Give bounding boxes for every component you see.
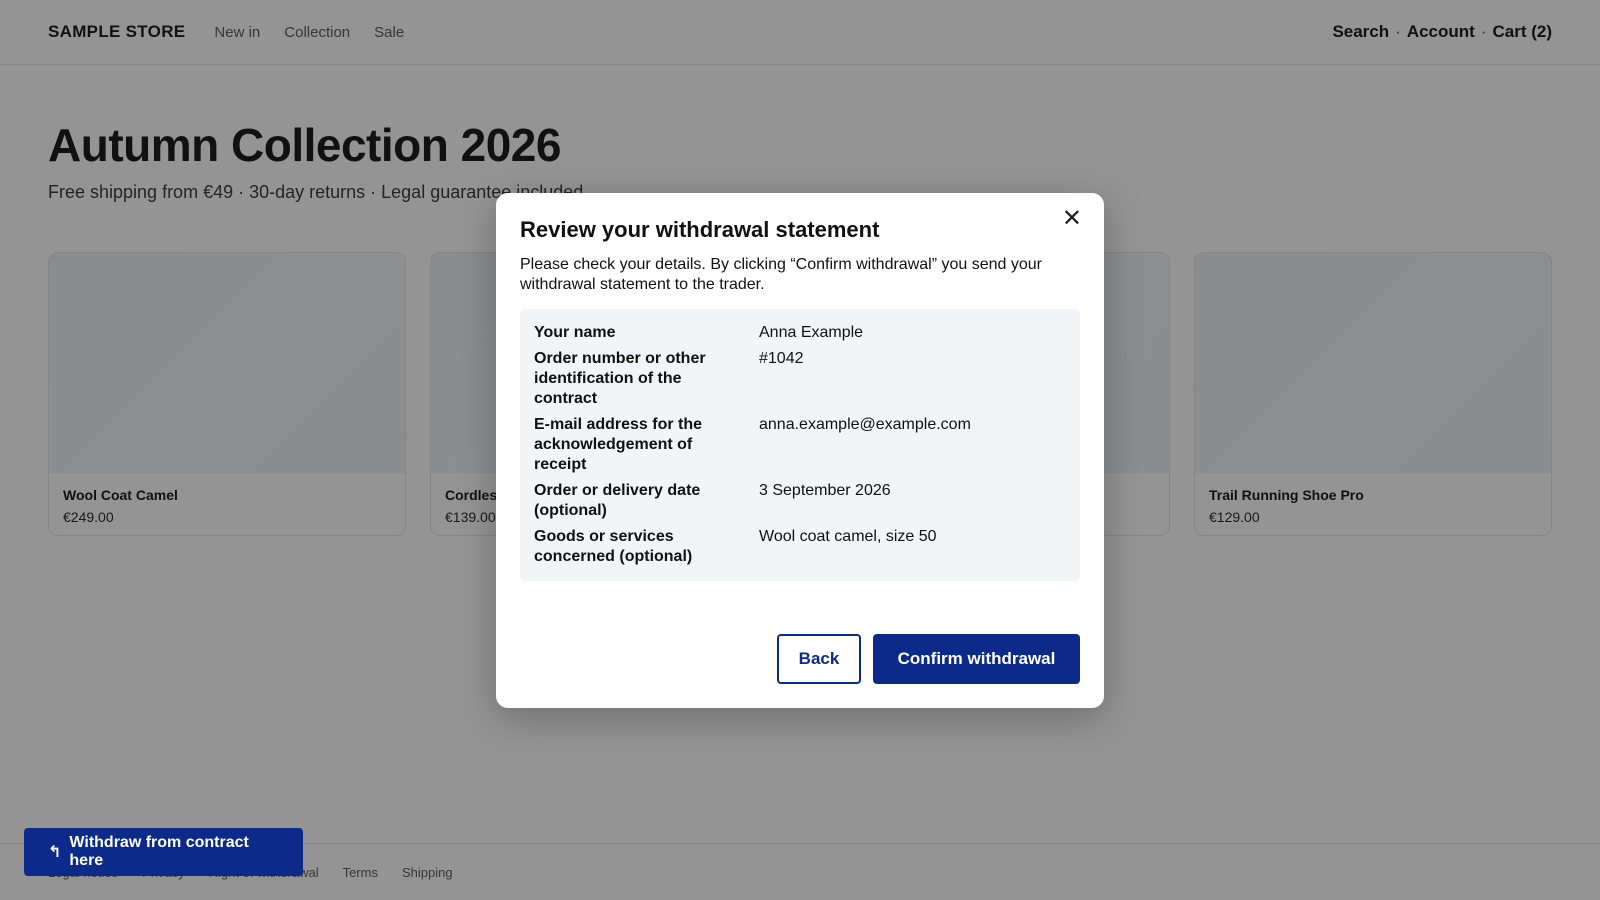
detail-value: Anna Example	[759, 324, 864, 341]
detail-value: Wool coat camel, size 50	[759, 528, 937, 545]
statement-details: Your name Anna Example Order number or o…	[520, 309, 1080, 581]
detail-value: #1042	[759, 350, 804, 367]
detail-value: 3 September 2026	[759, 482, 891, 499]
detail-label: Goods or services concerned (optional)	[534, 528, 693, 565]
withdraw-button-label: Withdraw from contract here	[69, 834, 249, 869]
detail-row: Order number or other identification of …	[534, 349, 1066, 409]
detail-label: E-mail address for the acknowledgement o…	[534, 416, 703, 473]
detail-row: Goods or services concerned (optional) W…	[534, 527, 1066, 567]
detail-label: Your name	[534, 324, 616, 341]
dialog-actions: Back Confirm withdrawal	[777, 634, 1080, 684]
detail-row: Your name Anna Example	[534, 323, 1066, 343]
withdrawal-review-dialog: Review your withdrawal statement ✕ Pleas…	[496, 193, 1104, 708]
dialog-title: Review your withdrawal statement	[520, 217, 880, 242]
detail-label: Order or delivery date (optional)	[534, 482, 701, 519]
back-button[interactable]: Back	[777, 634, 861, 684]
detail-row: Order or delivery date (optional) 3 Sept…	[534, 481, 1066, 521]
dialog-description: Please check your details. By clicking “…	[520, 256, 1042, 293]
detail-value: anna.example@example.com	[759, 416, 971, 433]
confirm-withdrawal-button[interactable]: Confirm withdrawal	[873, 634, 1080, 684]
detail-label: Order number or other identification of …	[534, 350, 706, 407]
close-icon[interactable]: ✕	[1062, 207, 1082, 231]
withdraw-contract-button[interactable]: ↰ Withdraw from contract here	[24, 828, 303, 876]
detail-row: E-mail address for the acknowledgement o…	[534, 415, 1066, 475]
return-arrow-icon: ↰	[48, 844, 62, 861]
